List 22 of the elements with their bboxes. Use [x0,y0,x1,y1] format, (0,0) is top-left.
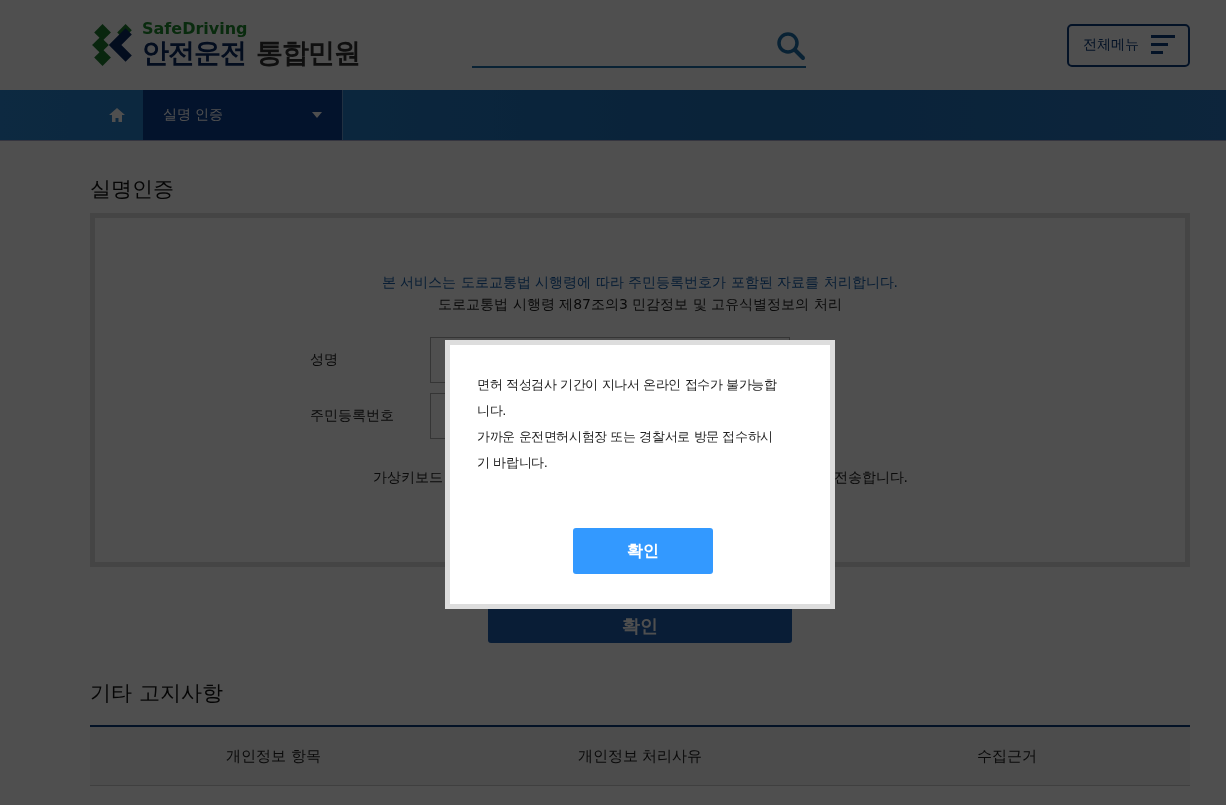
menu-icon[interactable] [1150,35,1175,55]
logo-title: 안전운전 [142,37,246,69]
notice-text: 본 서비스는 도로교통법 시행령에 따라 주민등록번호가 포함된 자료를 처리합니다. [380,273,900,292]
page-dropdown[interactable]: 실명 인증 [143,90,343,140]
ok-button[interactable]: 확인 [572,528,713,574]
keyboard-note: 전송합니다. [833,469,908,487]
section-title: 기타 고지사항 [90,680,224,707]
logo-subtitle: 통합민원 [256,37,360,69]
search-icon[interactable] [776,31,806,61]
menu-button[interactable]: 전체메뉴 [1067,23,1190,67]
notice-text: 도로교통법 시행령 제87조의3 민감정보 및 고유식별정보의 처리 [437,295,843,314]
caret-icon[interactable] [312,112,322,118]
logo-tagline: SafeDriving [142,21,249,37]
home-icon[interactable] [108,108,125,122]
field-label: 주민등록번호 [310,407,395,425]
page-title: 실명인증 [90,176,175,203]
keyboard-note: 가상키보드 [373,469,443,487]
field-label: 성명 [310,351,339,369]
dialog-message: 면허 적성검사 기간이 지나서 온라인 접수가 불가능합 니다. 가까운 운전면허시험장 또는 경찰서로 방문 접수하시 기 바랍니다. [477,376,778,472]
column-header: 개인정보 처리사유 [576,745,704,767]
column-header: 수집근거 [975,745,1038,767]
column-header: 개인정보 항목 [224,745,322,767]
